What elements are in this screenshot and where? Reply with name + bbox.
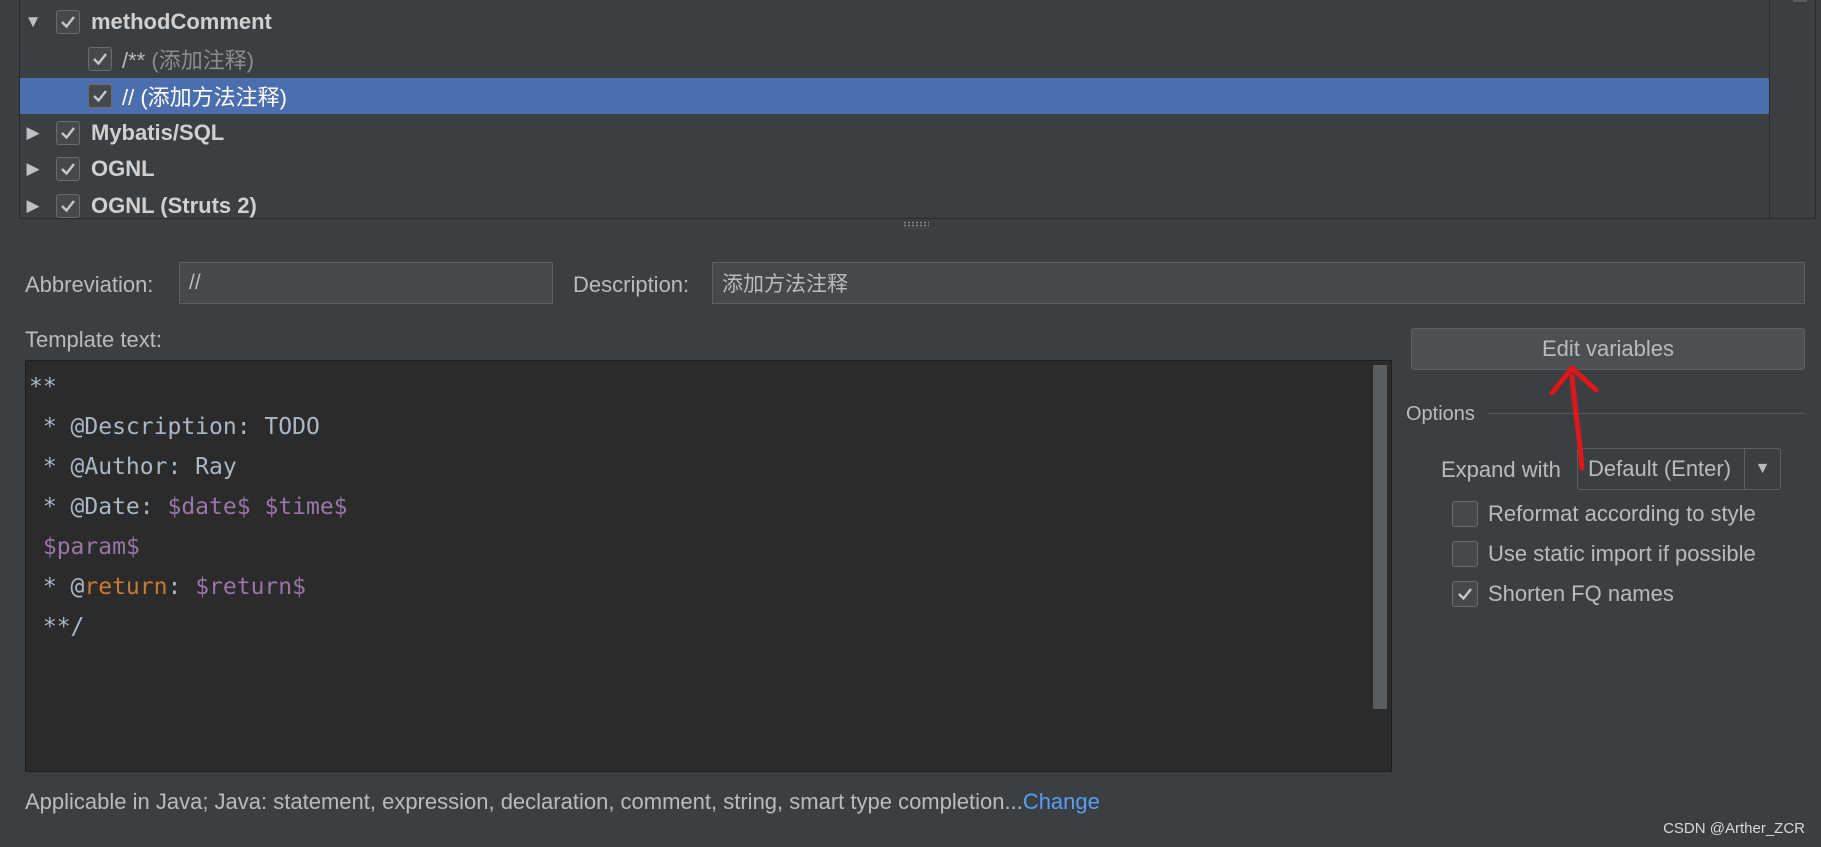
template-text-editor[interactable]: ** * @Description: TODO * @Author: Ray *… [25,360,1392,772]
option-reformat[interactable]: Reformat according to style [1452,500,1756,528]
tree-scrollbar[interactable] [1769,0,1815,218]
check-icon [93,53,107,66]
code-text: * @Author: Ray [29,454,237,480]
template-variable: $param$ [42,534,140,560]
check-icon [93,90,107,103]
item-description: (添加方法注释) [140,85,288,110]
template-code: ** * @Description: TODO * @Author: Ray *… [29,367,348,647]
tree-item-selected[interactable]: // (添加方法注释) [20,78,1772,114]
template-variable: $return$ [195,574,306,600]
expand-with-select[interactable]: Default (Enter) ▼ [1577,448,1781,490]
checkbox[interactable] [1452,501,1478,527]
check-icon [1458,588,1472,601]
code-text: * @ [29,574,85,600]
code-line: * @return: $return$ [29,567,348,607]
checkbox[interactable] [56,194,80,218]
abbreviation-label: Abbreviation: [25,272,154,297]
expand-with-label: Expand with [1441,457,1561,482]
checkbox[interactable] [88,84,112,108]
option-label: Use static import if possible [1488,541,1756,566]
code-line: * @Date: $date$ $time$ [29,487,348,527]
code-line: **/ [29,607,348,647]
tree-group-mybatis-sql[interactable]: ▶ Mybatis/SQL [20,115,1772,151]
scrollbar-thumb[interactable] [1793,0,1807,2]
editor-scrollbar[interactable] [1373,365,1387,709]
code-text: : [167,574,196,600]
option-label: Reformat according to style [1488,501,1756,526]
option-shorten-fq[interactable]: Shorten FQ names [1452,580,1674,608]
applicable-contexts: Applicable in Java; Java: statement, exp… [25,789,1100,815]
options-title: Options [1406,403,1475,425]
code-text: * @Date: [29,494,168,520]
item-abbreviation: /** [122,48,146,73]
tree-group-methodcomment[interactable]: ▼ methodComment [20,4,1772,40]
chevron-down-icon[interactable]: ▼ [1744,449,1780,489]
options-divider [1488,413,1805,414]
live-template-tree[interactable]: ▼ methodComment /** (添加注释) // (添加方法注释) ▶… [19,0,1816,219]
check-icon [61,127,75,140]
description-label: Description: [573,272,690,297]
abbreviation-input[interactable]: // [179,262,553,304]
option-static-import[interactable]: Use static import if possible [1452,540,1756,568]
code-text: ** [29,374,57,400]
group-label: methodComment [91,9,272,34]
checkbox[interactable] [56,157,80,181]
splitter-handle[interactable] [903,221,929,228]
checkbox[interactable] [56,121,80,145]
template-variable: $date$ [167,494,251,520]
collapse-arrow-icon[interactable]: ▶ [24,123,42,142]
tree-item[interactable]: /** (添加注释) [20,41,1772,77]
keyword: return [84,574,168,600]
code-text: **/ [29,614,85,640]
edit-variables-button[interactable]: Edit variables [1411,328,1805,370]
item-description: (添加注释) [151,48,255,73]
check-icon [61,16,75,29]
code-text: * @Description: TODO [29,414,320,440]
item-abbreviation: // [122,85,135,110]
group-label: Mybatis/SQL [91,120,225,145]
code-line: * @Author: Ray [29,447,348,487]
code-line: ** [29,367,348,407]
collapse-arrow-icon[interactable]: ▶ [24,159,42,178]
description-input[interactable]: 添加方法注释 [712,262,1805,304]
checkbox[interactable] [1452,581,1478,607]
tree-group-ognl-struts2[interactable]: ▶ OGNL (Struts 2) [20,188,1772,218]
checkbox[interactable] [1452,541,1478,567]
collapse-arrow-icon[interactable]: ▶ [24,196,42,215]
template-variable: $time$ [264,494,348,520]
checkbox[interactable] [88,47,112,71]
expand-arrow-icon[interactable]: ▼ [24,12,42,31]
group-label: OGNL (Struts 2) [91,193,257,218]
change-link[interactable]: Change [1023,789,1100,814]
code-line: $param$ [29,527,348,567]
check-icon [61,163,75,176]
check-icon [61,200,75,213]
template-text-label: Template text: [25,327,162,352]
tree-group-ognl[interactable]: ▶ OGNL [20,151,1772,187]
group-label: OGNL [91,156,155,181]
watermark: CSDN @Arther_ZCR [1663,820,1805,837]
expand-with-value: Default (Enter) [1588,456,1732,481]
checkbox[interactable] [56,10,80,34]
code-line: * @Description: TODO [29,407,348,447]
option-label: Shorten FQ names [1488,581,1674,606]
applicable-text: Applicable in Java; Java: statement, exp… [25,789,1023,814]
